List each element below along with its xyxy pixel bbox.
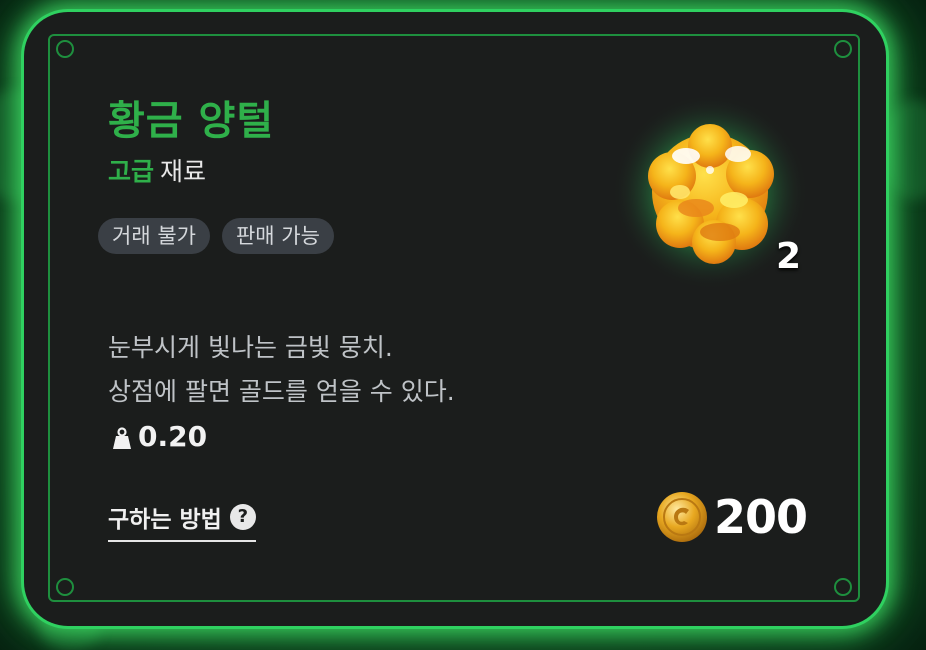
tag-sellable: 판매 가능: [221, 218, 334, 254]
help-icon[interactable]: ?: [229, 504, 256, 530]
item-grade: 고급: [108, 157, 155, 186]
sell-price: 200: [656, 490, 808, 544]
frame-corner-ornament: [834, 578, 852, 596]
item-name: 황금 양털: [108, 98, 275, 144]
background-decoration: [880, 100, 926, 200]
how-to-obtain-link[interactable]: 구하는 방법 ?: [108, 500, 256, 542]
item-weight: 0.20: [112, 420, 207, 453]
item-tags: 거래 불가 판매 가능: [98, 218, 334, 254]
item-description: 눈부시게 빛나는 금빛 뭉치. 상점에 팔면 골드를 얻을 수 있다.: [108, 326, 455, 414]
how-to-obtain-label: 구하는 방법: [108, 507, 222, 533]
gold-coin-icon: [656, 491, 708, 543]
price-value: 200: [714, 490, 808, 544]
item-count: 2: [776, 236, 802, 277]
weight-value: 0.20: [138, 420, 208, 453]
description-line: 상점에 팔면 골드를 얻을 수 있다.: [108, 377, 455, 406]
tag-untradable: 거래 불가: [98, 218, 210, 254]
description-line: 눈부시게 빛나는 금빛 뭉치.: [108, 333, 393, 362]
frame-corner-ornament: [834, 40, 852, 58]
frame-corner-ornament: [56, 578, 74, 596]
item-category: 재료: [160, 157, 207, 186]
item-grade-line: 고급 재료: [108, 152, 206, 188]
weight-icon: [112, 425, 132, 449]
frame-corner-ornament: [56, 40, 74, 58]
